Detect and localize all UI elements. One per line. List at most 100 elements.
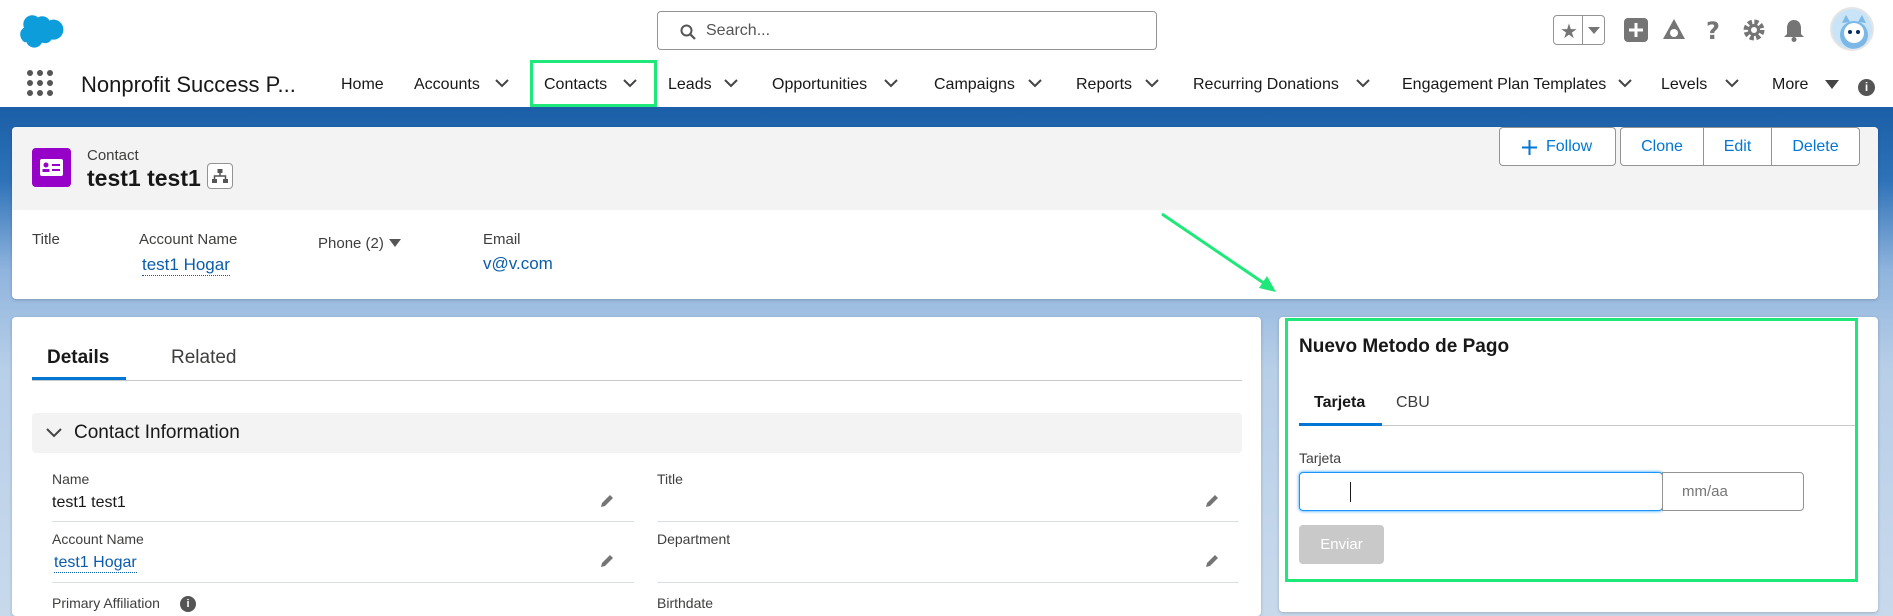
info-icon[interactable]: i [180,596,196,612]
account-field-link[interactable]: test1 Hogar [54,554,137,573]
highlight-email-label: Email [483,231,521,248]
help-icon[interactable]: ? [1700,17,1726,43]
nav-item-label: Levels [1661,76,1708,93]
tab-related[interactable]: Related [171,347,237,369]
nav-item-label: Opportunities [772,76,868,93]
astro-avatar-icon [1840,15,1868,49]
star-icon: ★ [1560,21,1578,43]
name-field-value: test1 test1 [52,494,126,511]
annotation-arrow [1161,212,1276,292]
nav-item-levels[interactable]: Levels [1660,60,1740,107]
contact-information-section-header[interactable]: Contact Information [32,413,1242,453]
submit-button[interactable]: Enviar [1299,525,1384,564]
nav-item-label: Engagement Plan Templates [1402,76,1607,93]
expiry-date-input[interactable]: mm/aa [1662,472,1804,511]
phone-dropdown-icon[interactable] [389,239,401,247]
edit-pencil-icon[interactable] [1204,553,1220,569]
chevron-down-icon[interactable] [1356,78,1370,88]
nav-item-campaigns[interactable]: Campaigns [933,60,1048,107]
nav-item-leads[interactable]: Leads [667,60,745,107]
object-type-label: Contact [87,147,139,164]
nav-item-engagement-plan-templates[interactable]: Engagement Plan Templates [1401,60,1636,107]
nav-item-home[interactable]: Home [340,60,390,107]
active-tab-indicator [32,377,126,380]
trailhead-icon[interactable] [1661,17,1687,43]
global-search-input[interactable]: Search... [657,11,1157,50]
search-placeholder: Search... [706,22,771,39]
active-tab-indicator [1299,423,1382,426]
favorites-dropdown-icon[interactable] [1588,27,1600,34]
chevron-down-icon[interactable] [623,78,637,88]
name-field-label: Name [52,471,90,487]
payment-card-title: Nuevo Metodo de Pago [1299,336,1510,357]
nav-item-label: Leads [668,76,712,93]
chevron-down-icon[interactable] [1618,78,1632,88]
notifications-bell-icon[interactable] [1781,17,1807,43]
primary-affiliation-label: Primary Affiliation [52,595,160,611]
card-number-input[interactable] [1299,472,1663,511]
birthdate-field-label: Birthdate [657,595,714,611]
field-divider [657,582,1239,583]
info-icon[interactable]: i [1858,79,1875,96]
chevron-down-icon[interactable] [1145,78,1159,88]
nav-item-label: Home [341,76,384,93]
nav-item-label: Contacts [544,76,608,93]
highlight-account-link[interactable]: test1 Hogar [142,255,230,276]
record-header: Contact test1 test1 Follow Clone Edit De… [12,127,1878,210]
tab-details[interactable]: Details [47,347,109,369]
user-avatar[interactable] [1830,7,1874,51]
contact-card-icon [32,148,71,187]
section-title: Contact Information [74,422,240,443]
gear-icon[interactable] [1741,17,1767,43]
nav-item-accounts[interactable]: Accounts [413,60,513,107]
nav-item-reports[interactable]: Reports [1075,60,1170,107]
salesforce-logo[interactable] [16,14,70,50]
chevron-down-icon[interactable] [495,78,509,88]
field-divider [52,521,634,522]
highlight-phone-label: Phone (2) [318,235,384,252]
app-launcher-icon[interactable] [27,70,53,96]
chevron-down-icon[interactable] [1725,78,1739,88]
highlight-title-label: Title [32,231,60,248]
field-divider [657,521,1239,522]
chevron-down-icon[interactable] [1028,78,1042,88]
highlight-account-label: Account Name [139,231,238,248]
card-field-label: Tarjeta [1299,450,1342,466]
nav-item-opportunities[interactable]: Opportunities [771,60,903,107]
hierarchy-button[interactable] [207,163,233,189]
more-dropdown-icon[interactable] [1825,80,1839,89]
favorites-button[interactable]: ★ [1553,15,1605,45]
global-header: Search... ★ ? [0,0,1893,60]
search-icon [680,24,696,40]
edit-button[interactable]: Edit [1703,127,1772,166]
department-field-label: Department [657,531,731,547]
nav-item-recurring-donations[interactable]: Recurring Donations [1192,60,1372,107]
nav-item-label: Campaigns [934,76,1015,93]
nav-item-contacts[interactable]: Contacts [530,60,657,107]
clone-button[interactable]: Clone [1620,127,1704,166]
global-actions-icon[interactable] [1623,17,1649,43]
text-cursor [1350,482,1351,502]
svg-text:?: ? [1706,17,1720,43]
tab-cbu[interactable]: CBU [1396,394,1430,412]
follow-button[interactable]: Follow [1499,127,1616,166]
tab-tarjeta[interactable]: Tarjeta [1314,394,1365,412]
chevron-down-icon[interactable] [884,78,898,88]
record-title: test1 test1 [87,165,201,191]
record-highlights-panel: Contact test1 test1 Follow Clone Edit De… [12,127,1878,299]
expiry-placeholder: mm/aa [1682,483,1728,500]
payment-tabs-divider [1299,425,1855,426]
edit-pencil-icon[interactable] [1204,493,1220,509]
chevron-down-icon [46,428,62,438]
highlight-email-link[interactable]: v@v.com [483,254,553,274]
favorites-divider [1582,16,1583,44]
nav-item-label: Accounts [414,76,480,93]
hierarchy-icon [212,169,228,183]
nav-item-label: Recurring Donations [1193,76,1339,93]
edit-pencil-icon[interactable] [599,493,615,509]
app-navigation-bar: Nonprofit Success P... Home Accounts Con… [0,60,1893,110]
chevron-down-icon[interactable] [724,78,738,88]
delete-button[interactable]: Delete [1771,127,1860,166]
details-card: Details Related Contact Information Name… [12,317,1261,616]
edit-pencil-icon[interactable] [599,553,615,569]
